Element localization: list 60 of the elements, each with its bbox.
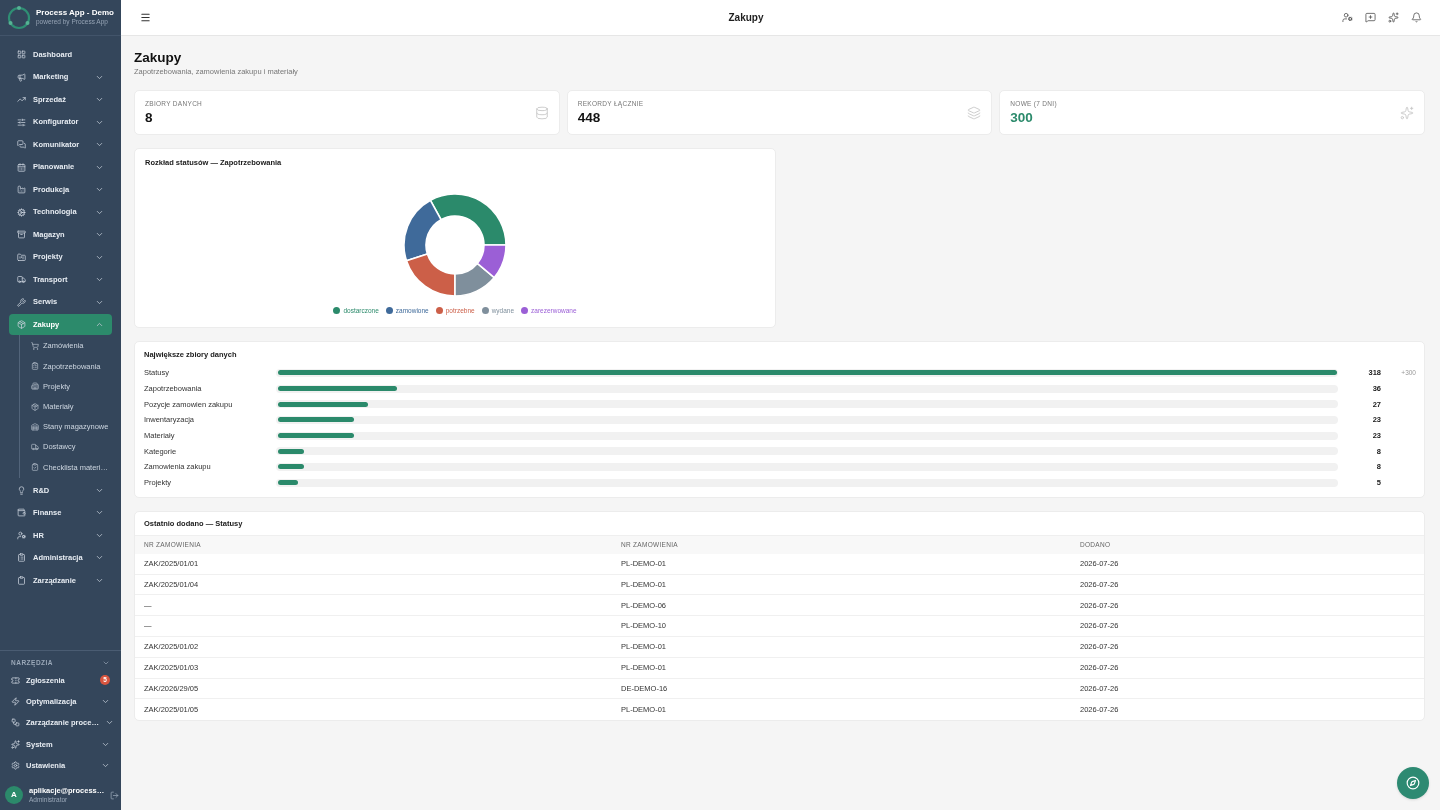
user-settings-button[interactable] <box>1341 11 1353 24</box>
archive-icon <box>17 230 26 239</box>
package-icon <box>31 402 39 411</box>
workflow-icon <box>11 718 20 728</box>
clipboard-list-icon <box>17 553 26 563</box>
calendar-icon <box>17 162 26 172</box>
user-gear-icon <box>17 530 26 540</box>
sliders-icon <box>17 117 26 127</box>
user-gear-icon <box>1341 12 1353 23</box>
logout-icon <box>110 790 120 800</box>
building-icon <box>31 382 39 391</box>
bolt-icon <box>11 697 20 707</box>
bulb-icon <box>17 485 26 495</box>
stat-value: 8 <box>145 109 154 126</box>
database-icon <box>534 105 549 120</box>
clipboard-check-icon <box>31 463 39 472</box>
layers-icon <box>967 105 982 120</box>
folder-icon <box>17 252 26 262</box>
donut-slice <box>429 193 507 246</box>
message-plus-icon <box>1364 12 1376 23</box>
ring-logo-icon <box>7 5 31 30</box>
menu-button[interactable] <box>139 11 151 24</box>
donut-slice <box>403 199 442 262</box>
cart-icon <box>31 342 39 351</box>
sparkles-icon <box>1387 12 1399 23</box>
page-header-title: Zakupy <box>727 11 765 25</box>
settings-icon <box>11 761 20 770</box>
ai-button[interactable] <box>1387 11 1399 24</box>
wrench-icon <box>17 297 26 307</box>
compass-icon <box>1406 776 1420 790</box>
chat-icon <box>17 140 26 149</box>
warehouse-icon <box>31 422 39 431</box>
notifications-button[interactable] <box>1410 11 1422 24</box>
menu-icon <box>139 12 151 23</box>
donut-slice <box>454 262 496 297</box>
bell-icon <box>1410 12 1422 23</box>
cog-icon <box>17 207 26 217</box>
ticket-icon <box>11 675 20 685</box>
truck-icon <box>17 275 26 284</box>
clipboard-icon <box>17 575 26 585</box>
factory-icon <box>17 185 26 194</box>
page-title: Zakupy <box>134 50 183 66</box>
clipboard-list-icon <box>31 362 39 371</box>
donut-slice <box>476 244 507 279</box>
stat-value: 300 <box>1010 109 1034 126</box>
brand-title: Process App - Demo <box>36 9 114 18</box>
stat-value: 448 <box>577 109 602 126</box>
trend-icon <box>17 95 26 104</box>
megaphone-icon <box>17 72 26 82</box>
compass-button[interactable] <box>1397 767 1429 799</box>
wallet-icon <box>17 508 26 518</box>
feedback-button[interactable] <box>1364 11 1376 24</box>
sparkles-icon <box>11 739 20 749</box>
logout-button[interactable] <box>110 789 120 801</box>
truck-icon <box>31 443 39 452</box>
grid-icon <box>17 50 26 59</box>
package-icon <box>17 320 26 329</box>
avatar: A <box>5 786 23 804</box>
donut-slice <box>405 253 456 297</box>
sparkles-icon <box>1400 105 1414 120</box>
